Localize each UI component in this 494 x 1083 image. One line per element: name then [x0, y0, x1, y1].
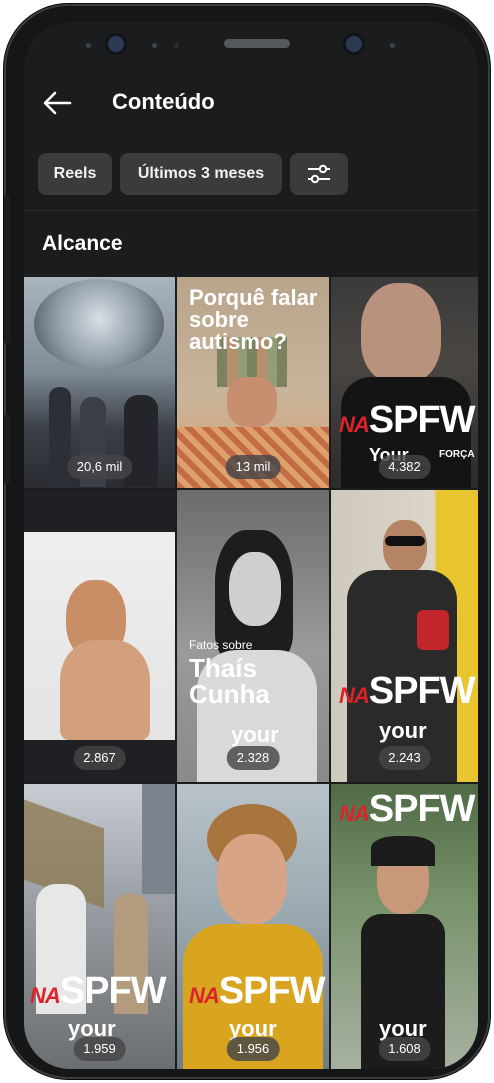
sunglasses-icon: [385, 536, 425, 546]
reel-tile[interactable]: 20,6 mil: [24, 277, 175, 488]
sensor-dot: [390, 43, 395, 48]
reach-badge: 20,6 mil: [66, 455, 133, 479]
power-button: [4, 414, 10, 484]
divider: [24, 210, 478, 211]
chip-period[interactable]: Últimos 3 meses: [120, 153, 282, 195]
reel-tile[interactable]: NASPFW your 1.959: [24, 784, 175, 1069]
reel-tile[interactable]: NASPFW Your FORÇA 4.382: [331, 277, 478, 488]
reach-badge: 1.608: [378, 1037, 431, 1061]
reach-badge: 1.959: [73, 1037, 126, 1061]
your-logo: your: [379, 718, 427, 743]
red-bag: [417, 610, 449, 650]
face: [383, 520, 427, 574]
reach-badge: 13 mil: [225, 455, 281, 479]
reel-tile[interactable]: Porquê falar sobre autismo? 13 mil: [177, 277, 329, 488]
arrow-left-icon[interactable]: [42, 90, 72, 116]
filter-chips: Reels Últimos 3 meses: [38, 153, 478, 195]
volume-button: [4, 194, 10, 344]
reach-badge: 2.867: [73, 746, 126, 770]
watch-image: [34, 279, 164, 369]
section-title: Alcance: [42, 232, 123, 255]
spfw-logo: NASPFW: [30, 970, 167, 1012]
reel-caption-small: Fatos sobre: [189, 638, 253, 652]
forca-text: FORÇA: [439, 449, 475, 460]
face: [217, 834, 287, 924]
sensor-dot: [174, 43, 179, 48]
face: [227, 377, 277, 427]
spfw-logo: NASPFW: [339, 670, 476, 712]
reel-tile[interactable]: NASPFW your 2.243: [331, 490, 478, 782]
app-bar: Conteúdo: [24, 80, 478, 126]
sliders-icon: [308, 164, 330, 184]
earpiece-speaker: [224, 39, 290, 48]
reels-grid: 20,6 mil Porquê falar sobre autismo? 13 …: [24, 277, 478, 1069]
face: [361, 283, 441, 383]
status-bar: [24, 22, 478, 74]
spfw-logo: NASPFW: [339, 788, 476, 830]
iris-camera-icon: [346, 36, 362, 52]
hair: [371, 836, 435, 866]
spfw-logo: NASPFW: [339, 399, 476, 441]
reel-caption: Thaís Cunha: [189, 653, 270, 709]
spfw-logo: NASPFW: [189, 970, 326, 1012]
reel-tile[interactable]: NASPFW your 1.608: [331, 784, 478, 1069]
reel-caption: Porquê falar sobre autismo?: [189, 285, 318, 354]
face: [229, 552, 281, 626]
sensor-dot: [86, 43, 91, 48]
phone-frame: Conteúdo Reels Últimos 3 meses Alcance 2…: [4, 4, 490, 1079]
sensor-dot: [152, 43, 157, 48]
reel-tile[interactable]: Fatos sobre Thaís Cunha your 2.328: [177, 490, 329, 782]
reach-badge: 2.328: [226, 746, 280, 770]
reel-tile[interactable]: NASPFW your 1.956: [177, 784, 329, 1069]
app-screen: Conteúdo Reels Últimos 3 meses Alcance 2…: [24, 22, 478, 1069]
reel-tile[interactable]: 2.867: [24, 490, 175, 782]
your-logo: your: [231, 722, 279, 747]
chip-reels[interactable]: Reels: [38, 153, 112, 195]
tower-building: [142, 784, 175, 894]
reach-badge: 2.243: [378, 746, 431, 770]
filter-button[interactable]: [290, 153, 348, 195]
reach-badge: 4.382: [378, 455, 431, 479]
body: [60, 640, 150, 740]
front-camera-icon: [108, 36, 124, 52]
page-title: Conteúdo: [112, 89, 215, 114]
reach-badge: 1.956: [226, 1037, 280, 1061]
